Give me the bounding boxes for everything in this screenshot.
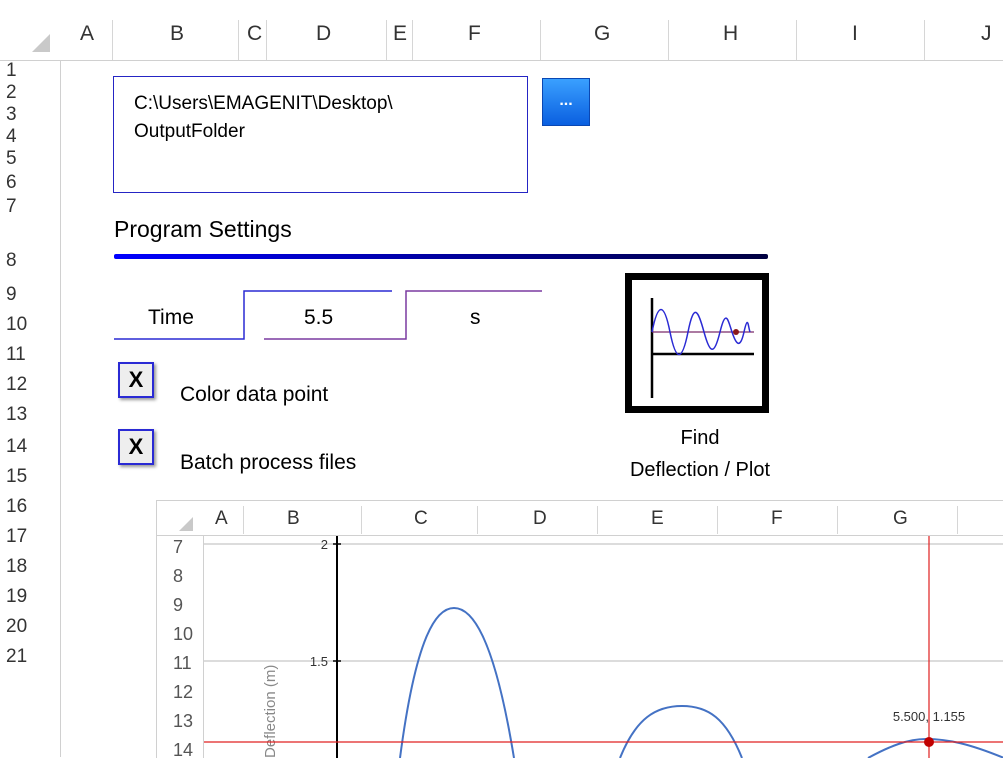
embedded-row-9[interactable]: 9 — [173, 595, 183, 616]
embedded-col-e[interactable]: E — [651, 508, 664, 530]
row-header-6[interactable]: 6 — [6, 172, 17, 194]
find-deflection-plot-button[interactable] — [625, 273, 769, 413]
deflection-series-line — [619, 704, 743, 758]
row-header-12[interactable]: 12 — [6, 374, 27, 396]
embedded-col-b[interactable]: B — [287, 508, 300, 530]
output-folder-path-line2: OutputFolder — [134, 121, 245, 142]
row-header-19[interactable]: 19 — [6, 586, 27, 608]
row-header-20[interactable]: 20 — [6, 616, 27, 638]
col-header-e[interactable]: E — [393, 22, 407, 46]
find-label: Find — [680, 427, 720, 449]
embedded-col-d[interactable]: D — [533, 508, 547, 530]
select-all-corner[interactable] — [32, 34, 50, 52]
row-header-16[interactable]: 16 — [6, 496, 27, 518]
color-data-point-checkbox[interactable]: X — [118, 362, 154, 398]
y-axis-label: Deflection (m) — [262, 665, 279, 758]
row-header-17[interactable]: 17 — [6, 526, 27, 548]
col-header-j[interactable]: J — [981, 22, 992, 46]
time-label: Time — [148, 306, 194, 329]
color-data-point-label: Color data point — [180, 383, 329, 406]
embedded-row-header: 7 8 9 10 11 12 13 14 — [157, 535, 204, 758]
row-header-7[interactable]: 7 — [6, 196, 17, 218]
row-header-4[interactable]: 4 — [6, 126, 17, 148]
col-header-a[interactable]: A — [80, 22, 94, 46]
y-tick-label-2: 2 — [321, 537, 328, 552]
embedded-row-8[interactable]: 8 — [173, 566, 183, 587]
output-folder-path-line1: C:\Users\EMAGENIT\Desktop\ — [134, 93, 393, 114]
program-settings-heading: Program Settings — [114, 216, 292, 242]
row-header-1[interactable]: 1 — [6, 60, 17, 82]
time-unit-label: s — [470, 306, 481, 329]
row-header-21[interactable]: 21 — [6, 646, 27, 668]
waveform-plot-icon — [650, 298, 754, 398]
col-header-i[interactable]: I — [852, 22, 858, 46]
embedded-row-11[interactable]: 11 — [173, 653, 192, 674]
row-header-15[interactable]: 15 — [6, 466, 27, 488]
deflection-chart[interactable]: 2 1.5 Deflection (m) 5.500, 1.155 — [204, 536, 1003, 758]
row-header-18[interactable]: 18 — [6, 556, 27, 578]
embedded-row-10[interactable]: 10 — [173, 624, 193, 645]
embedded-col-a[interactable]: A — [215, 508, 228, 530]
col-header-f[interactable]: F — [468, 22, 481, 46]
settings-divider — [114, 254, 768, 259]
embedded-worksheet: A B C D E F G 7 8 9 10 11 12 13 14 2 1.5… — [156, 500, 1003, 758]
embedded-column-header: A B C D E F G — [157, 501, 1003, 536]
row-header-9[interactable]: 9 — [6, 284, 17, 306]
embedded-row-12[interactable]: 12 — [173, 682, 193, 703]
row-header: 1 2 3 4 5 6 7 8 9 10 11 12 13 14 15 16 1… — [0, 60, 61, 757]
col-header-g[interactable]: G — [594, 22, 610, 46]
browse-folder-button[interactable]: ... — [542, 78, 590, 126]
embedded-col-f[interactable]: F — [771, 508, 783, 530]
row-header-10[interactable]: 10 — [6, 314, 27, 336]
time-input[interactable]: 5.5 — [304, 306, 333, 330]
row-header-8[interactable]: 8 — [6, 250, 17, 272]
y-tick-label-1-5: 1.5 — [310, 654, 328, 669]
row-header-5[interactable]: 5 — [6, 148, 17, 170]
embedded-row-14[interactable]: 14 — [173, 740, 193, 758]
row-header-3[interactable]: 3 — [6, 104, 17, 126]
deflection-plot-label: Deflection / Plot — [629, 459, 771, 481]
embedded-col-c[interactable]: C — [414, 508, 428, 530]
batch-process-checkbox[interactable]: X — [118, 429, 154, 465]
deflection-series-line — [399, 606, 515, 758]
embedded-row-7[interactable]: 7 — [173, 537, 183, 558]
data-point-marker[interactable] — [924, 737, 934, 747]
col-header-c[interactable]: C — [247, 22, 262, 46]
data-point-label: 5.500, 1.155 — [893, 709, 965, 724]
row-header-14[interactable]: 14 — [6, 436, 27, 458]
row-header-2[interactable]: 2 — [6, 82, 17, 104]
batch-process-label: Batch process files — [180, 451, 357, 474]
row-header-13[interactable]: 13 — [6, 404, 27, 426]
embedded-select-all-corner[interactable] — [179, 517, 193, 531]
col-header-b[interactable]: B — [170, 22, 184, 46]
output-folder-textbox[interactable]: C:\Users\EMAGENIT\Desktop\ OutputFolder — [113, 76, 528, 193]
embedded-col-g[interactable]: G — [893, 508, 908, 530]
embedded-row-13[interactable]: 13 — [173, 711, 193, 732]
col-header-h[interactable]: H — [723, 22, 738, 46]
row-header-11[interactable]: 11 — [6, 344, 26, 366]
column-header: A B C D E F G H I J — [0, 0, 1003, 61]
col-header-d[interactable]: D — [316, 22, 331, 46]
